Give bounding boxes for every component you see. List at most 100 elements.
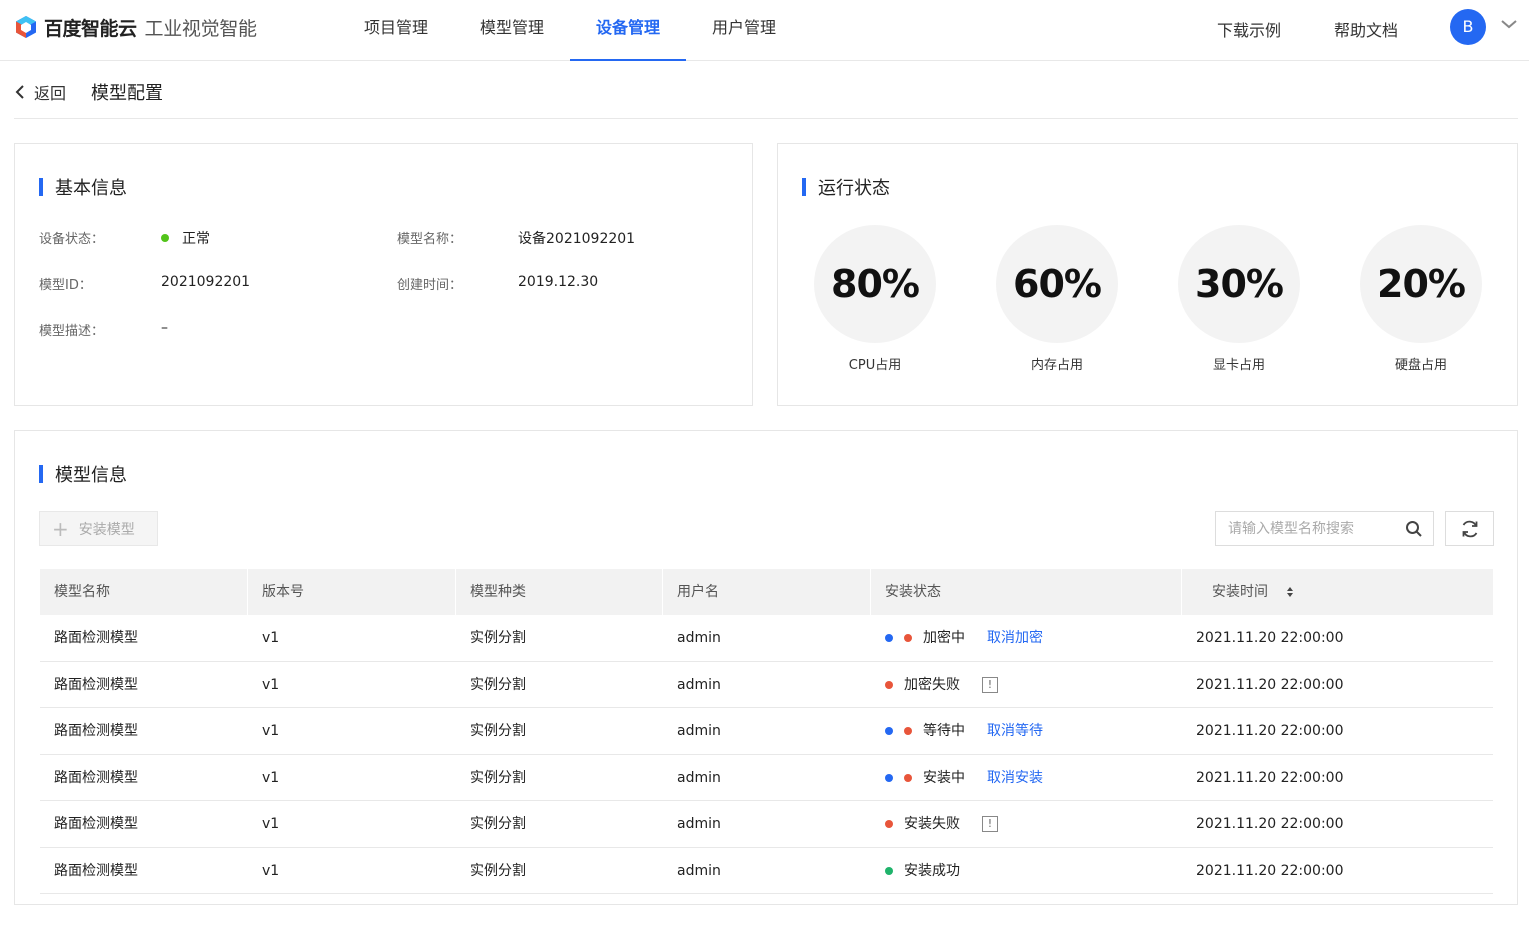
main-nav: 项目管理 模型管理 设备管理 用户管理 <box>338 0 802 61</box>
cell-install-time: 2021.11.20 22:00:00 <box>1196 723 1344 739</box>
cell-username: admin <box>677 769 721 786</box>
cell-model-name: 路面检测模型 <box>54 723 138 739</box>
cancel-action-link[interactable]: 取消安装 <box>987 755 1043 801</box>
col-version: 版本号 <box>248 569 456 615</box>
status-dot <box>904 634 912 642</box>
created-time-label: 创建时间： <box>397 278 463 293</box>
title-accent-bar <box>39 178 43 196</box>
cell-username: admin <box>677 816 721 832</box>
search-icon[interactable] <box>1405 520 1423 538</box>
device-status-value: 正常 <box>161 228 210 248</box>
nav-user-management[interactable]: 用户管理 <box>686 0 802 61</box>
title-accent-bar <box>802 178 806 196</box>
status-text: 安装中 <box>923 769 965 786</box>
basic-info-title: 基本信息 <box>39 174 127 200</box>
status-dot <box>885 634 893 642</box>
device-status-text: 正常 <box>182 231 210 247</box>
created-time-value: 2019.12.30 <box>518 274 599 290</box>
cell-model-type: 实例分割 <box>470 862 526 879</box>
cell-install-status: 加密失败! <box>871 662 1182 708</box>
model-info-title: 模型信息 <box>39 461 127 487</box>
avatar[interactable]: B <box>1450 9 1486 45</box>
cell-model-type: 实例分割 <box>470 816 526 832</box>
chevron-down-icon[interactable] <box>1499 14 1519 34</box>
cell-model-type: 实例分割 <box>470 723 526 739</box>
col-model-type: 模型种类 <box>456 569 663 615</box>
model-id-label: 模型ID： <box>39 278 92 293</box>
sort-icon[interactable] <box>1286 586 1294 598</box>
cell-install-time: 2021.11.20 22:00:00 <box>1196 630 1344 646</box>
run-status-title: 运行状态 <box>802 174 890 200</box>
table-row: 路面检测模型 v1 实例分割 admin 安装中 取消安装 2021.11.20 22:00… <box>40 755 1493 801</box>
status-dot <box>885 820 893 828</box>
device-status-label: 设备状态： <box>39 232 105 247</box>
col-model-name: 模型名称 <box>40 569 248 615</box>
table-row: 路面检测模型 v1 实例分割 admin 安装失败! 2021.11.20 22:00:0… <box>40 801 1493 848</box>
cpu-usage-gauge: 80% <box>814 225 936 343</box>
product-name: 工业视觉智能 <box>144 17 258 40</box>
cell-username: admin <box>677 630 721 646</box>
cell-username: admin <box>677 723 721 739</box>
cell-install-time: 2021.11.20 22:00:00 <box>1196 769 1344 786</box>
cell-username: admin <box>677 676 721 693</box>
cancel-action-link[interactable]: 取消加密 <box>987 615 1043 661</box>
download-example-link[interactable]: 下载示例 <box>1217 17 1281 41</box>
status-text: 加密失败 <box>904 676 960 693</box>
cell-install-status: 安装成功 <box>871 848 1182 894</box>
basic-info-title-text: 基本信息 <box>55 178 127 199</box>
gpu-usage-label: 显卡占用 <box>1212 358 1265 373</box>
warning-icon[interactable]: ! <box>982 816 998 832</box>
cell-version: v1 <box>262 630 280 646</box>
cell-model-type: 实例分割 <box>470 769 526 786</box>
chevron-left-icon[interactable] <box>14 85 26 99</box>
search-input[interactable] <box>1216 512 1386 545</box>
title-accent-bar <box>39 465 43 483</box>
status-text: 加密中 <box>923 630 965 646</box>
cell-install-status: 安装失败! <box>871 801 1182 847</box>
install-model-button[interactable]: + 安装模型 <box>39 511 158 546</box>
search-box <box>1215 511 1434 546</box>
cell-install-status: 加密中 取消加密 <box>871 615 1182 661</box>
status-text: 安装成功 <box>904 862 960 879</box>
breadcrumb: 返回 模型配置 <box>14 78 163 106</box>
status-dot <box>885 727 893 735</box>
cell-install-time: 2021.11.20 22:00:00 <box>1196 862 1344 879</box>
nav-project-management[interactable]: 项目管理 <box>338 0 454 61</box>
refresh-button[interactable] <box>1445 511 1494 546</box>
table-body: 路面检测模型 v1 实例分割 admin 加密中 取消加密 2021.11.20 22:00… <box>40 615 1493 894</box>
cell-model-name: 路面检测模型 <box>54 630 138 646</box>
status-dot <box>885 773 893 782</box>
cpu-usage-label: CPU占用 <box>848 358 902 373</box>
nav-device-management[interactable]: 设备管理 <box>570 0 686 61</box>
disk-usage-gauge: 20% <box>1360 225 1482 343</box>
model-desc-value: – <box>161 320 168 336</box>
help-docs-link[interactable]: 帮助文档 <box>1334 17 1398 41</box>
cell-username: admin <box>677 862 721 879</box>
gpu-usage-gauge: 30% <box>1178 225 1300 343</box>
table-header: 模型名称 版本号 模型种类 用户名 安装状态 安装时间 <box>40 569 1493 615</box>
status-dot <box>904 773 912 782</box>
basic-info-card: 基本信息 设备状态： 正常 模型名称： 设备2021092201 模型ID： 2… <box>14 143 753 406</box>
col-install-time-label: 安装时间 <box>1212 584 1268 600</box>
cell-model-type: 实例分割 <box>470 676 526 693</box>
top-header: 百度智能云 工业视觉智能 项目管理 模型管理 设备管理 用户管理 下载示例 帮助… <box>0 0 1529 61</box>
logo[interactable]: 百度智能云 工业视觉智能 <box>14 13 257 41</box>
model-name-value: 设备2021092201 <box>518 231 636 247</box>
cancel-action-link[interactable]: 取消等待 <box>987 708 1043 754</box>
col-install-time[interactable]: 安装时间 <box>1182 569 1493 615</box>
status-dot <box>885 866 893 875</box>
back-button[interactable]: 返回 <box>34 80 66 104</box>
table-row: 路面检测模型 v1 实例分割 admin 安装成功 2021.11.20 22:00:00 <box>40 848 1493 894</box>
model-info-card: 模型信息 + 安装模型 模型名称 版本号 模型种类 用户名 安装状态 安装时间 <box>14 430 1518 905</box>
install-model-label: 安装模型 <box>78 521 135 538</box>
warning-icon[interactable]: ! <box>982 676 998 693</box>
cell-model-name: 路面检测模型 <box>54 676 138 693</box>
table-row: 路面检测模型 v1 实例分割 admin 加密中 取消加密 2021.11.20 22:00… <box>40 615 1493 662</box>
col-username: 用户名 <box>663 569 871 615</box>
nav-model-management[interactable]: 模型管理 <box>454 0 570 61</box>
disk-usage-label: 硬盘占用 <box>1394 358 1447 373</box>
cell-version: v1 <box>262 676 280 693</box>
model-id-value: 2021092201 <box>161 274 251 290</box>
memory-usage-gauge: 60% <box>996 225 1118 343</box>
run-status-card: 运行状态 80% CPU占用 60% 内存占用 30% 显卡占用 20% 硬盘占… <box>777 143 1518 406</box>
